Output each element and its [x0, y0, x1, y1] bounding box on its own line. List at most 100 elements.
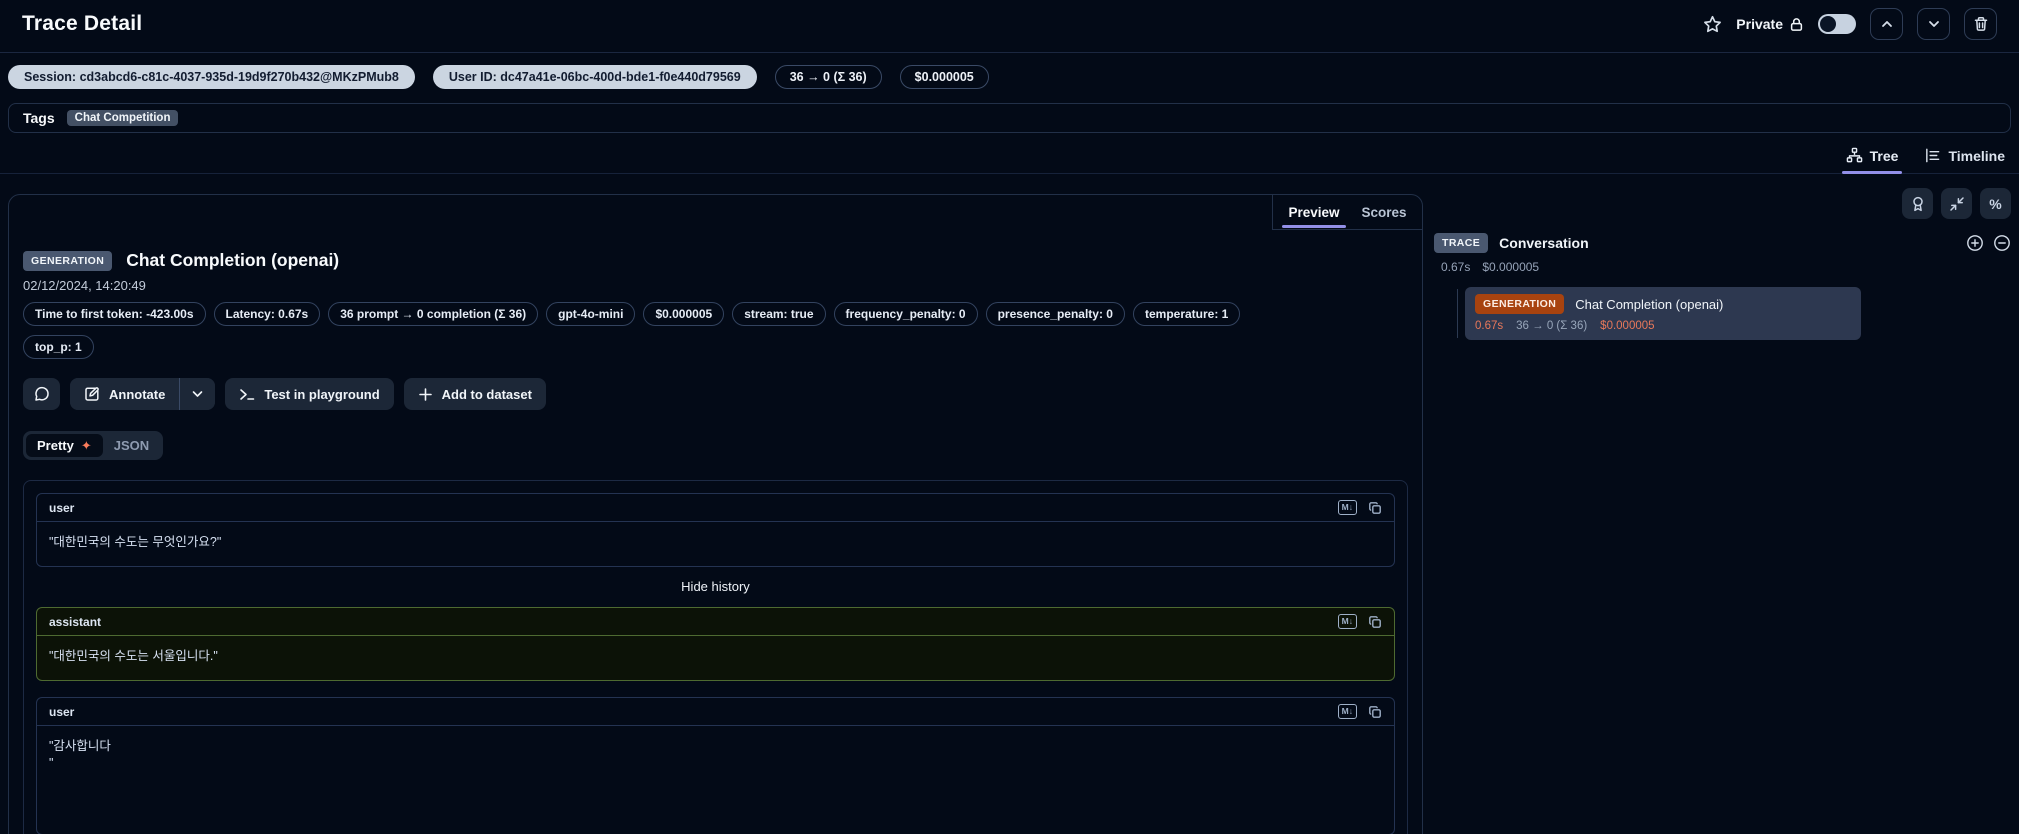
- delete-trace-button[interactable]: [1964, 8, 1997, 40]
- markdown-toggle-button[interactable]: M↓: [1337, 614, 1357, 629]
- session-badge[interactable]: Session: cd3abcd6-c81c-4037-935d-19d9f27…: [8, 65, 415, 89]
- message-role: user: [49, 500, 75, 515]
- playground-button[interactable]: Test in playground: [225, 378, 394, 410]
- award-icon: [1910, 196, 1926, 212]
- message-header-icons: M↓: [1337, 704, 1382, 719]
- trace-metrics: 0.67s $0.000005: [1433, 260, 2011, 274]
- metric-pill-temperature: temperature: 1: [1132, 302, 1241, 326]
- tab-scores[interactable]: Scores: [1362, 195, 1407, 229]
- tab-tree-label: Tree: [1869, 147, 1899, 164]
- view-tabs: Tree Timeline: [0, 137, 2019, 174]
- collapse-view-button[interactable]: [1941, 188, 1972, 219]
- observation-header: GENERATION Chat Completion (openai): [23, 250, 1408, 271]
- message-content: "대한민국의 수도는 서울입니다.": [49, 649, 218, 663]
- observation-panel: Preview Scores GENERATION Chat Completio…: [8, 194, 1423, 834]
- tab-timeline[interactable]: Timeline: [1924, 147, 2005, 173]
- node-header: GENERATION Chat Completion (openai): [1475, 294, 1851, 314]
- pretty-label: Pretty: [37, 438, 74, 453]
- expand-all-button[interactable]: [1966, 234, 1984, 252]
- tab-timeline-label: Timeline: [1948, 147, 2005, 164]
- annotate-label: Annotate: [109, 386, 166, 402]
- metric-pill-stream: stream: true: [732, 302, 826, 326]
- node-tokens: 36 → 0 (Σ 36): [1516, 320, 1588, 332]
- tree-node-generation[interactable]: GENERATION Chat Completion (openai) 0.67…: [1465, 287, 1861, 340]
- message-header-icons: M↓: [1337, 500, 1382, 515]
- metric-pill-model[interactable]: gpt-4o-mini: [546, 302, 636, 326]
- terminal-icon: [239, 387, 255, 402]
- plus-icon: [418, 387, 433, 402]
- markdown-toggle-button[interactable]: M↓: [1337, 704, 1357, 719]
- edit-icon: [84, 386, 100, 402]
- annotation-queue-button[interactable]: [1902, 188, 1933, 219]
- trace-detail-page: Trace Detail Private Session: cd3abcd6-c…: [0, 0, 2019, 834]
- bookmark-star-button[interactable]: [1703, 15, 1722, 34]
- trace-type-badge: TRACE: [1434, 233, 1489, 253]
- user-id-badge[interactable]: User ID: dc47a41e-06bc-400d-bde1-f0e440d…: [432, 65, 757, 89]
- privacy-status: Private: [1736, 16, 1804, 32]
- observation-timestamp: 02/12/2024, 14:20:49: [23, 278, 146, 293]
- main-content: Preview Scores GENERATION Chat Completio…: [0, 174, 2019, 834]
- copy-icon: [1368, 615, 1382, 629]
- lock-icon: [1789, 17, 1804, 32]
- plus-circle-icon: [1966, 234, 1984, 252]
- message-user-1: user M↓ "대한민국의 수도는 무엇인가요?": [36, 493, 1395, 567]
- metric-pill-tokens: 36 prompt → 0 completion (Σ 36): [328, 302, 539, 326]
- node-cost: $0.000005: [1600, 320, 1655, 332]
- tab-tree[interactable]: Tree: [1841, 147, 1903, 174]
- observation-title: Chat Completion (openai): [126, 250, 340, 270]
- message-content: "대한민국의 수도는 무엇인가요?": [49, 535, 222, 549]
- actions-row: Annotate Test in playground Add to datas…: [23, 378, 1408, 410]
- minus-circle-icon: [1993, 234, 2011, 252]
- metric-pill-ttft: Time to first token: -423.00s: [23, 302, 206, 326]
- json-segment[interactable]: JSON: [103, 434, 160, 457]
- hide-history-toggle[interactable]: Hide history: [36, 567, 1395, 607]
- copy-button[interactable]: [1368, 615, 1382, 629]
- message-content: "감사합니다 ": [49, 739, 111, 770]
- message-header: user M↓: [37, 494, 1394, 522]
- annotate-button[interactable]: Annotate: [70, 378, 180, 410]
- public-toggle[interactable]: [1818, 14, 1856, 34]
- metric-pill-latency: Latency: 0.67s: [213, 302, 321, 326]
- header-actions: Private: [1703, 8, 1997, 40]
- tree-expand-controls: [1966, 234, 2011, 252]
- markdown-toggle-button[interactable]: M↓: [1337, 500, 1357, 515]
- tag-chip[interactable]: Chat Competition: [66, 110, 179, 126]
- page-title: Trace Detail: [22, 12, 143, 35]
- cost-badge: $0.000005: [899, 65, 989, 89]
- trace-row[interactable]: TRACE Conversation: [1433, 233, 2011, 253]
- identifier-badges: Session: cd3abcd6-c81c-4037-935d-19d9f27…: [0, 53, 2019, 89]
- chevron-down-icon: [1927, 17, 1941, 31]
- tab-preview[interactable]: Preview: [1282, 195, 1346, 229]
- chevron-down-icon: [192, 390, 203, 398]
- percent-metrics-button[interactable]: %: [1980, 188, 2011, 219]
- node-title: Chat Completion (openai): [1575, 296, 1724, 312]
- metric-pill-cost: $0.000005: [643, 302, 725, 326]
- next-trace-button[interactable]: [1917, 8, 1950, 40]
- previous-trace-button[interactable]: [1870, 8, 1903, 40]
- annotate-split-button: Annotate: [70, 378, 216, 410]
- copy-icon: [1368, 705, 1382, 719]
- collapse-all-button[interactable]: [1993, 234, 2011, 252]
- add-to-dataset-button[interactable]: Add to dataset: [403, 378, 546, 410]
- annotate-dropdown-button[interactable]: [179, 378, 216, 410]
- sparkles-icon: ✦: [80, 438, 92, 453]
- star-icon: [1703, 15, 1722, 34]
- comment-button[interactable]: [23, 378, 60, 410]
- tags-label: Tags: [23, 110, 55, 126]
- panel-tabs: Preview Scores: [1272, 195, 1422, 230]
- copy-button[interactable]: [1368, 705, 1382, 719]
- sidebar-controls: %: [1433, 188, 2011, 219]
- privacy-label: Private: [1736, 16, 1783, 32]
- trace-tree-sidebar: % TRACE Conversation 0.67s $0.000005 GEN…: [1433, 188, 2011, 340]
- trace-cost: $0.000005: [1482, 260, 1540, 274]
- pretty-segment[interactable]: Pretty ✦: [26, 434, 103, 457]
- messages-wrapper: user M↓ "대한민국의 수도는 무엇인가요?" Hide history …: [23, 480, 1408, 834]
- copy-button[interactable]: [1368, 501, 1382, 515]
- trash-icon: [1973, 16, 1989, 32]
- metric-pill-frequency-penalty: frequency_penalty: 0: [833, 302, 978, 326]
- playground-label: Test in playground: [264, 386, 380, 402]
- message-header-icons: M↓: [1337, 614, 1382, 629]
- timeline-icon: [1924, 147, 1941, 164]
- token-usage-badge: 36 → 0 (Σ 36): [774, 65, 882, 89]
- comment-icon: [34, 386, 50, 402]
